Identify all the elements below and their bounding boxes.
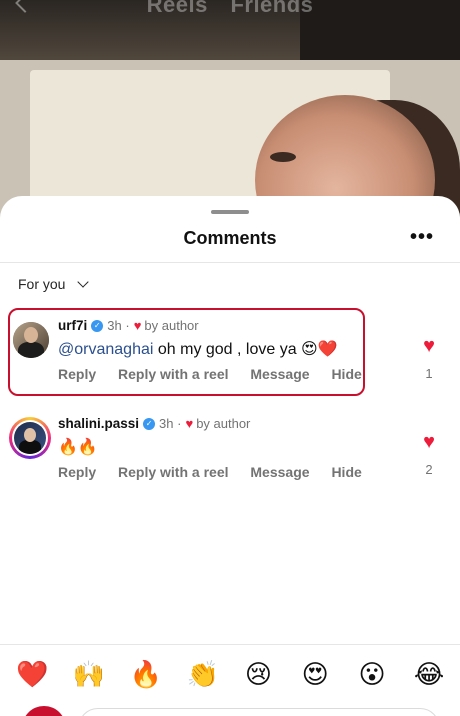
avatar[interactable] (12, 420, 48, 456)
heart-icon[interactable]: ♥ (418, 432, 440, 452)
divider (0, 644, 460, 645)
username[interactable]: shalini.passi (58, 416, 139, 431)
comment-text: 🔥🔥 (58, 437, 98, 457)
like-count: 1 (425, 366, 433, 381)
emoji-clap[interactable]: 👏 (187, 660, 219, 690)
avatar[interactable] (13, 322, 49, 358)
chevron-down-icon (77, 276, 90, 288)
heart-icon[interactable]: ♥ (418, 336, 440, 356)
comment-time: 3h (159, 416, 174, 431)
comment-actions: Reply Reply with a reel Message Hide (58, 464, 380, 480)
divider (0, 262, 460, 263)
message-button[interactable]: Message (250, 366, 309, 382)
username[interactable]: urf7i (58, 318, 87, 333)
heart-icon: ♥ (133, 318, 142, 333)
comment-time: 3h (107, 318, 122, 333)
mention-link[interactable]: @orvanaghai (58, 341, 153, 358)
emoji-heart-eyes[interactable]: 😍 (300, 660, 330, 690)
emoji-crying[interactable]: 😢 (243, 660, 273, 690)
reply-with-reel-button[interactable]: Reply with a reel (118, 464, 228, 480)
comment-actions: Reply Reply with a reel Message Hide (58, 366, 380, 382)
reply-button[interactable]: Reply (58, 464, 96, 480)
top-tabs: Reels Friends (0, 0, 460, 18)
emoji-raised-hands[interactable]: 🙌 (73, 660, 105, 690)
comment-meta: shalini.passi ✓ 3h · ♥ by author (58, 416, 251, 431)
filter-dropdown[interactable]: For you (18, 276, 90, 292)
emoji-fire[interactable]: 🔥 (130, 660, 162, 690)
emoji-surprised[interactable]: 😮 (357, 660, 387, 690)
emoji-laughing[interactable]: 😂 (414, 660, 444, 690)
comments-sheet: Comments ••• For you urf7i ✓ 3h · ♥ by a… (0, 196, 460, 716)
liked-by-label: by author (144, 318, 199, 333)
liked-by-label: by author (196, 416, 251, 431)
verified-icon: ✓ (143, 417, 156, 430)
tab-reels[interactable]: Reels (147, 0, 208, 17)
sheet-title: Comments (183, 228, 277, 248)
reply-with-reel-button[interactable]: Reply with a reel (118, 366, 228, 382)
comment-meta: urf7i ✓ 3h · ♥ by author (58, 318, 199, 333)
message-button[interactable]: Message (250, 464, 309, 480)
comment-input[interactable] (78, 708, 440, 716)
tab-friends[interactable]: Friends (230, 0, 313, 17)
reply-button[interactable]: Reply (58, 366, 96, 382)
comment-body: 🔥🔥 (58, 439, 98, 456)
emoji-heart[interactable]: ❤️ (16, 660, 48, 690)
like-control: ♥ 2 (418, 432, 440, 477)
verified-icon: ✓ (91, 319, 104, 332)
more-icon[interactable]: ••• (410, 227, 434, 247)
like-count: 2 (425, 462, 433, 477)
emoji-quick-bar: ❤️ 🙌 🔥 👏 😢 😍 😮 😂 (0, 660, 460, 690)
filter-label: For you (18, 276, 66, 292)
hide-button[interactable]: Hide (331, 464, 361, 480)
comment-text: @orvanaghai oh my god , love ya 😍❤️ (58, 339, 338, 359)
comment-body: oh my god , love ya 😍❤️ (153, 341, 338, 358)
drag-handle[interactable] (211, 210, 249, 214)
hide-button[interactable]: Hide (331, 366, 361, 382)
like-control: ♥ 1 (418, 336, 440, 381)
heart-icon: ♥ (185, 416, 194, 431)
